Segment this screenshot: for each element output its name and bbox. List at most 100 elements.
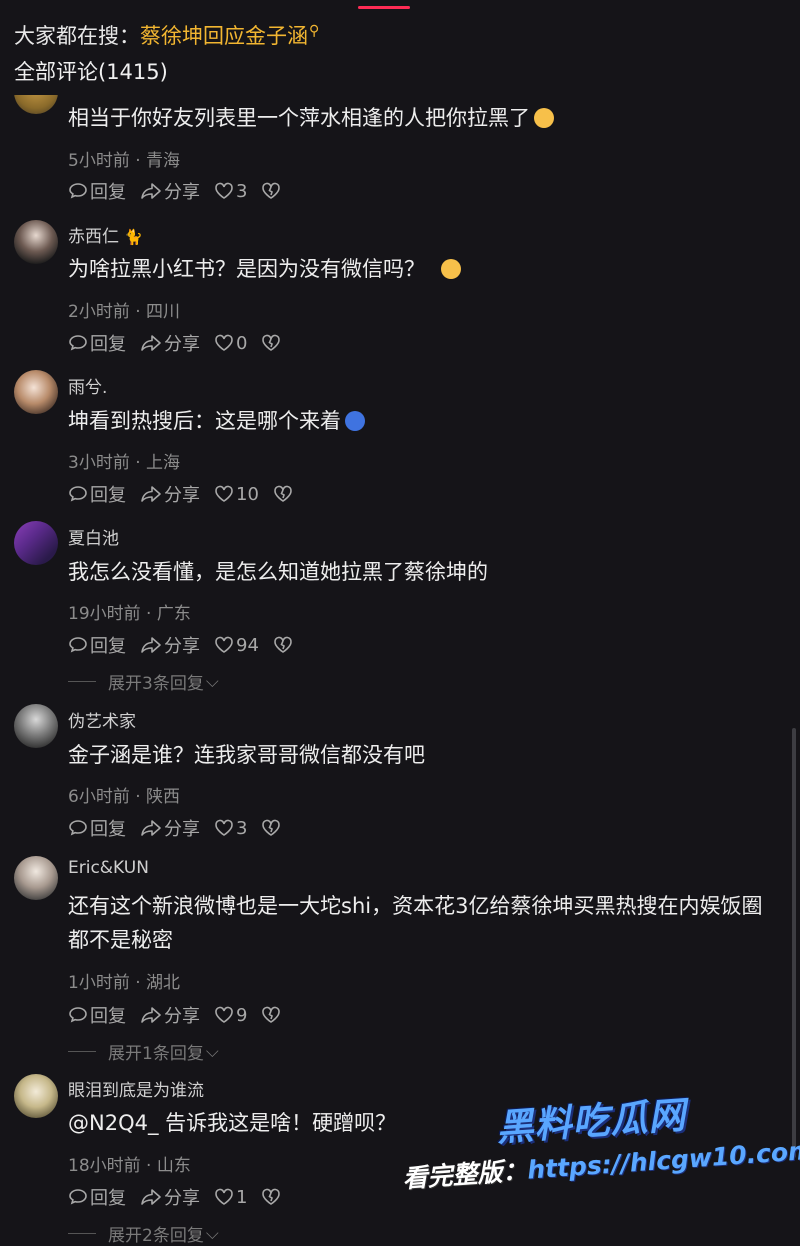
reply-button[interactable]: 回复	[68, 1184, 126, 1210]
reply-button[interactable]: 回复	[68, 330, 126, 356]
share-button[interactable]: 分享	[140, 1184, 200, 1210]
reply-button[interactable]: 回复	[68, 632, 126, 658]
share-button[interactable]: 分享	[140, 632, 200, 658]
expand-replies-label: 展开3条回复	[108, 674, 204, 694]
reply-label: 回复	[90, 819, 126, 840]
heart-icon	[215, 334, 233, 351]
comments-count: 全部评论(1415)	[14, 60, 168, 84]
avatar[interactable]	[14, 856, 58, 900]
share-button[interactable]: 分享	[140, 1002, 200, 1028]
like-button[interactable]: 9	[214, 1005, 247, 1026]
dislike-button[interactable]	[273, 636, 295, 654]
broken-heart-icon	[262, 182, 281, 199]
like-button[interactable]: 3	[214, 181, 247, 202]
expand-replies-button[interactable]: 展开3条回复 ⌵	[68, 669, 219, 694]
share-label: 分享	[164, 485, 200, 506]
like-button[interactable]: 1	[214, 1187, 247, 1208]
username: 赤西仁	[68, 227, 119, 247]
cat-icon: 🐈	[124, 228, 144, 246]
comment-text: 还有这个新浪微博也是一大坨shi，资本花3亿给蔡徐坤买黑热搜在内娱饭圈都不是秘密	[68, 894, 763, 952]
expand-replies-button[interactable]: 展开1条回复 ⌵	[68, 1039, 219, 1064]
reply-label: 回复	[90, 182, 126, 203]
avatar[interactable]	[14, 1074, 58, 1118]
comment-meta: 3小时前 · 上海	[68, 453, 181, 473]
share-icon	[141, 335, 161, 351]
heart-icon	[215, 182, 233, 199]
avatar[interactable]	[14, 220, 58, 264]
chevron-down-icon: ⌵	[205, 671, 219, 692]
share-label: 分享	[164, 1006, 200, 1027]
broken-heart-icon	[274, 485, 292, 502]
reply-button[interactable]: 回复	[68, 815, 126, 841]
reply-icon	[69, 335, 87, 351]
reply-label: 回复	[90, 334, 126, 355]
share-label: 分享	[164, 819, 200, 840]
dislike-button[interactable]	[273, 485, 295, 503]
like-count: 9	[236, 1004, 248, 1026]
share-label: 分享	[164, 636, 200, 657]
share-icon	[141, 637, 161, 653]
username: 雨兮.	[68, 378, 108, 398]
share-label: 分享	[164, 182, 200, 203]
share-button[interactable]: 分享	[140, 815, 200, 841]
comment-actions: 回复 分享 0	[68, 330, 297, 356]
broken-heart-icon	[262, 1188, 281, 1205]
expand-replies-button[interactable]: 展开2条回复 ⌵	[68, 1221, 219, 1246]
dislike-button[interactable]	[261, 1006, 283, 1024]
hot-search-bar[interactable]: 大家都在搜：蔡徐坤回应金子涵⚲	[14, 20, 319, 50]
share-button[interactable]: 分享	[140, 481, 200, 507]
avatar[interactable]	[14, 521, 58, 565]
like-button[interactable]: 0	[214, 333, 247, 354]
hot-search-term[interactable]: 蔡徐坤回应金子涵	[140, 24, 308, 48]
share-button[interactable]: 分享	[140, 330, 200, 356]
reply-button[interactable]: 回复	[68, 178, 126, 204]
comment-meta: 5小时前 · 青海	[68, 151, 181, 171]
comment-meta: 2小时前 · 四川	[68, 302, 181, 322]
comment-actions: 回复 分享 1	[68, 1184, 297, 1210]
reply-label: 回复	[90, 1188, 126, 1209]
dislike-button[interactable]	[261, 182, 283, 200]
dislike-button[interactable]	[261, 334, 283, 352]
comment-meta: 18小时前 · 山东	[68, 1156, 191, 1176]
search-icon: ⚲	[309, 23, 320, 39]
dislike-button[interactable]	[261, 819, 283, 837]
comment-actions: 回复 分享 94	[68, 632, 309, 658]
heart-icon	[215, 819, 233, 836]
username: 伪艺术家	[68, 712, 136, 732]
reply-button[interactable]: 回复	[68, 481, 126, 507]
share-icon	[141, 1189, 161, 1205]
like-count: 3	[236, 817, 248, 839]
comment-text: 相当于你好友列表里一个萍水相逢的人把你拉黑了	[68, 106, 530, 130]
dislike-button[interactable]	[261, 1188, 283, 1206]
share-button[interactable]: 分享	[140, 178, 200, 204]
hot-search-prefix: 大家都在搜：	[14, 24, 140, 48]
like-button[interactable]: 10	[214, 484, 259, 505]
reply-button[interactable]: 回复	[68, 1002, 126, 1028]
heart-icon	[215, 636, 233, 653]
comment-actions: 回复 分享 3	[68, 178, 297, 204]
avatar[interactable]	[14, 704, 58, 748]
cat-emoji-icon	[534, 108, 554, 128]
comment-text: 坤看到热搜后：这是哪个来着	[68, 409, 341, 433]
watermark-url-prefix: 看完整版：	[401, 1155, 529, 1194]
comment-text: 金子涵是谁？连我家哥哥微信都没有吧	[68, 743, 425, 767]
comment-actions: 回复 分享 3	[68, 815, 297, 841]
ghost-emoji-icon	[345, 411, 365, 431]
like-count: 10	[236, 483, 259, 505]
comment-meta: 1小时前 · 湖北	[68, 973, 181, 993]
reply-icon	[69, 1007, 87, 1023]
share-icon	[141, 1007, 161, 1023]
share-label: 分享	[164, 334, 200, 355]
avatar[interactable]	[14, 370, 58, 414]
username: Eric&KUN	[68, 858, 149, 878]
comment-text: 为啥拉黑小红书？是因为没有微信吗？	[68, 257, 425, 281]
comment-meta: 19小时前 · 广东	[68, 604, 191, 624]
reply-icon	[69, 486, 87, 502]
like-button[interactable]: 3	[214, 818, 247, 839]
expand-replies-label: 展开1条回复	[108, 1044, 204, 1064]
reply-label: 回复	[90, 1006, 126, 1027]
reply-icon	[69, 1189, 87, 1205]
heart-icon	[215, 1188, 233, 1205]
like-button[interactable]: 94	[214, 635, 259, 656]
like-count: 3	[236, 180, 248, 202]
